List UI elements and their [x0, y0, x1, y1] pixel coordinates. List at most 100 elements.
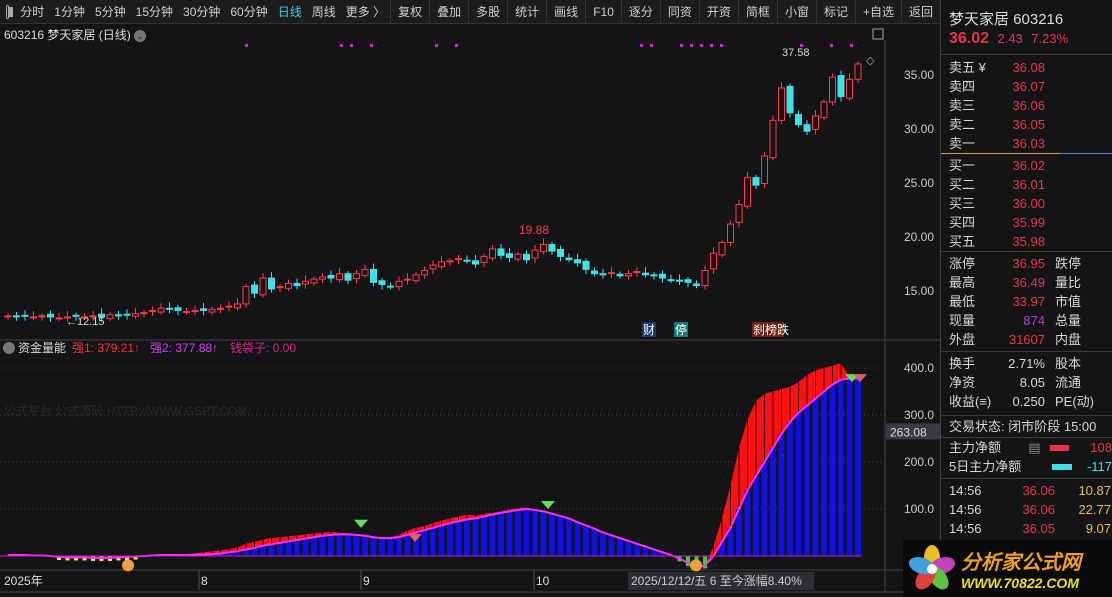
toolbar-button[interactable]: 统计	[507, 0, 546, 24]
toolbar-button[interactable]: 逐分	[620, 0, 660, 24]
cursor-date-status: 2025/12/12/五 6 至今涨幅8.40%	[631, 573, 802, 588]
toolbar-button[interactable]: 小窗	[776, 0, 816, 24]
strong2-bar	[600, 532, 606, 556]
bid-list: 买一 36.02 买二 36.01 买三 36.00 买四 35.99 买五 35.98	[941, 154, 1112, 251]
strong2-bar	[770, 447, 776, 556]
candle-body	[55, 317, 63, 320]
strong2-bar	[753, 476, 759, 556]
period-tab[interactable]: 5分钟	[90, 3, 131, 20]
period-tab[interactable]: 60分钟	[225, 3, 272, 20]
row-value: 36.01	[1012, 177, 1045, 192]
quote-row: 买五 35.98	[941, 232, 1112, 251]
row-label: 买五	[949, 234, 976, 249]
candle-body	[259, 277, 267, 296]
period-tab[interactable]: 日线	[273, 3, 307, 20]
strong2-bar	[532, 509, 538, 556]
candle-body	[820, 101, 828, 119]
toolbar-button[interactable]: 复权	[390, 0, 429, 24]
candle-body	[370, 268, 377, 283]
toolbar-button[interactable]: 同资	[659, 0, 699, 24]
row-value: 35.99	[1012, 215, 1045, 230]
quote-row: 卖三 36.06	[941, 96, 1112, 115]
row-value: 36.03	[1012, 136, 1045, 151]
row-value: 36.06	[1012, 98, 1045, 113]
strong2-bar	[336, 534, 343, 556]
period-tab[interactable]: 30分钟	[178, 3, 225, 20]
event-tag[interactable]: 刹榜跌	[753, 322, 789, 337]
strong2-bar	[846, 378, 853, 556]
strong1-value: 强1: 379.21↑	[72, 341, 140, 355]
quote-row: 买一 36.02	[941, 156, 1112, 175]
row-label: 买二	[949, 177, 976, 192]
strong2-bar	[787, 422, 793, 556]
row-label: 最低	[949, 294, 976, 309]
mid-annotation: 19.88	[519, 223, 549, 237]
strong2-value: 强2: 377.88↑	[150, 341, 218, 355]
period-tab[interactable]: 周线	[307, 3, 341, 20]
tick-row: 14:56 36.05 9.07	[941, 519, 1112, 538]
price-change: 2.43	[997, 31, 1023, 46]
signal-dot	[720, 44, 723, 47]
candle-body	[310, 278, 318, 284]
event-tag[interactable]: 停	[675, 322, 687, 337]
toolbar-button[interactable]: +自选	[854, 0, 901, 24]
candle-body	[200, 308, 207, 311]
diamond-icon[interactable]: ◇	[866, 55, 875, 67]
toolbar-button[interactable]: 简框	[737, 0, 777, 24]
strong2-bar	[617, 538, 623, 556]
strong2-bar	[557, 516, 564, 556]
candle-body	[123, 313, 131, 316]
candle-body	[327, 274, 335, 279]
row-value: 0.250	[1012, 394, 1045, 409]
tick-time: 14:56	[949, 521, 982, 536]
price-tick-label: 35.00	[904, 68, 934, 82]
strong2-bar	[353, 534, 360, 556]
ask-list: 卖五 ¥ 36.08 卖四 36.07 卖三 36.06 卖二 36.05 卖一 36.03	[941, 54, 1112, 153]
indicator-name[interactable]: 资金量能	[18, 340, 66, 355]
period-tab[interactable]: 1分钟	[49, 3, 90, 20]
candle-body	[650, 274, 658, 277]
candle-body	[659, 273, 666, 279]
strong2-bar	[311, 537, 317, 556]
candle-body	[208, 308, 216, 313]
indicator-menu-icon[interactable]	[3, 342, 15, 354]
candle-body	[795, 113, 802, 126]
candle-body	[667, 279, 675, 282]
candle-body	[837, 75, 845, 98]
strong2-bar	[821, 391, 827, 556]
period-tab[interactable]: 分时	[15, 3, 49, 20]
panel-toggle-icon[interactable]	[872, 28, 884, 40]
candle-body	[591, 270, 598, 275]
toolbar-button[interactable]: F10	[585, 0, 621, 24]
strong2-bar	[464, 519, 470, 556]
main-net-value: 108	[1090, 440, 1112, 455]
strong2-bar	[302, 538, 309, 556]
ind-tick-label: 200.0	[904, 455, 934, 469]
strong2-bar	[761, 462, 768, 556]
toolbar-button[interactable]: 返回	[900, 0, 940, 24]
candle-body	[30, 316, 37, 319]
toolbar-button[interactable]: 标记	[815, 0, 855, 24]
sidebar-toggle-icon[interactable]	[6, 4, 14, 19]
list-icon[interactable]: ▤	[1028, 438, 1043, 457]
candle-body	[769, 119, 777, 159]
candle-body	[829, 76, 836, 103]
price-tick-label: 30.00	[904, 122, 934, 136]
event-tag[interactable]: 财	[643, 323, 655, 337]
kline-chart[interactable]: 35.00 30.00 25.00 20.00 15.00 ◇ 37.58 19.88 ←12.…	[0, 24, 940, 596]
toolbar-button[interactable]: 开资	[698, 0, 738, 24]
quote-row: 最低 33.97 市值	[941, 292, 1112, 311]
period-tab[interactable]: 15分钟	[131, 3, 178, 20]
candle-body	[132, 313, 139, 317]
ind-current-label: 263.08	[890, 425, 927, 439]
period-tab[interactable]: 更多 〉	[341, 3, 390, 20]
strong2-bar	[421, 530, 428, 556]
strong2-bar	[345, 534, 351, 556]
row-value: 36.02	[1012, 158, 1045, 173]
strong2-bar	[328, 534, 334, 556]
toolbar-button[interactable]: 叠加	[429, 0, 468, 24]
money-bag-icon	[122, 559, 134, 572]
strong2-bar	[549, 513, 555, 556]
toolbar-button[interactable]: 画线	[546, 0, 585, 24]
toolbar-button[interactable]: 多股	[468, 0, 507, 24]
